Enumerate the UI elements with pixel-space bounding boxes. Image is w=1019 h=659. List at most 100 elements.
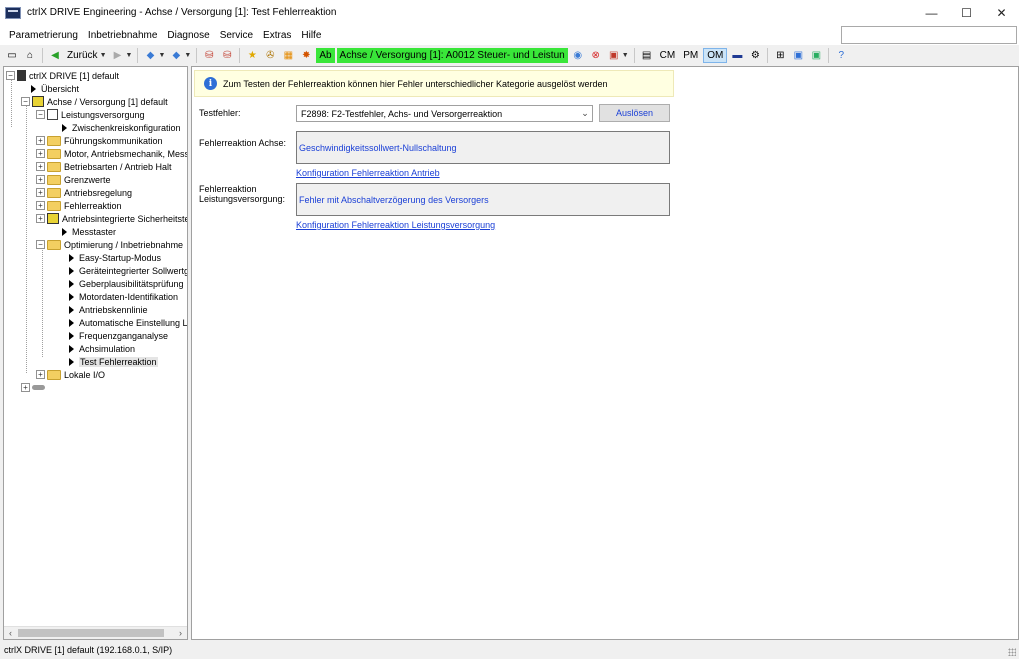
close-button[interactable]: ✕ xyxy=(984,0,1019,25)
menu-diagnose[interactable]: Diagnose xyxy=(162,30,214,41)
toolbar-separator xyxy=(137,48,139,63)
tree-item[interactable]: + Grenzwerte xyxy=(36,173,111,186)
scroll-thumb[interactable] xyxy=(18,629,164,637)
home-icon[interactable]: ⌂ xyxy=(23,49,37,63)
menu-parametrierung[interactable]: Parametrierung xyxy=(4,30,83,41)
calendar-icon[interactable]: ▦ xyxy=(281,49,295,63)
tree-item[interactable]: Automatische Einstellung La xyxy=(66,316,187,329)
nav-prev-icon[interactable]: ◆ xyxy=(143,49,157,63)
favorite-icon[interactable]: ★ xyxy=(245,49,259,63)
play-icon xyxy=(69,331,74,340)
tree-item[interactable]: Easy-Startup-Modus xyxy=(66,251,161,264)
mode-cm[interactable]: CM xyxy=(657,49,679,62)
tree-item[interactable]: Motordaten-Identifikation xyxy=(66,290,178,303)
tree-item[interactable]: Zwischenkreiskonfiguration xyxy=(59,121,181,134)
disconnect-icon[interactable]: ⛁ xyxy=(220,49,234,63)
tree-item[interactable]: + Lokale I/O xyxy=(36,368,105,381)
tools-icon[interactable]: ⚙ xyxy=(748,49,762,63)
save-device-icon[interactable]: ▣ xyxy=(791,49,805,63)
chevron-down-icon[interactable]: ⌄ xyxy=(578,108,592,119)
expand-icon[interactable]: + xyxy=(36,162,45,171)
tree-item[interactable]: Achsimulation xyxy=(66,342,135,355)
mode-pm[interactable]: PM xyxy=(680,49,701,62)
chevron-down-icon[interactable]: ▼ xyxy=(158,52,165,59)
info-banner: i Zum Testen der Fehlerreaktion können h… xyxy=(194,70,674,97)
expand-icon[interactable]: + xyxy=(36,370,45,379)
nav-next-icon[interactable]: ◆ xyxy=(169,49,183,63)
window-controls: — ☐ ✕ xyxy=(914,0,1019,25)
tree-item[interactable]: + Antriebsregelung xyxy=(36,186,132,199)
error-icon[interactable]: ⊗ xyxy=(589,49,603,63)
collapse-icon[interactable]: − xyxy=(36,110,45,119)
expand-icon[interactable]: + xyxy=(36,188,45,197)
tree-item[interactable]: − Achse / Versorgung [1] default xyxy=(21,95,168,108)
chevron-down-icon[interactable]: ▼ xyxy=(184,52,191,59)
search-combo[interactable] xyxy=(841,26,1017,44)
load-device-icon[interactable]: ▣ xyxy=(809,49,823,63)
settings-gear-icon[interactable]: ✸ xyxy=(299,49,313,63)
achse-config-link[interactable]: Konfiguration Fehlerreaktion Antrieb xyxy=(296,168,440,178)
versorgung-config-link[interactable]: Konfiguration Fehlerreaktion Leistungsve… xyxy=(296,220,495,230)
maximize-button[interactable]: ☐ xyxy=(949,0,984,25)
folder-icon xyxy=(47,161,61,172)
expand-icon[interactable]: + xyxy=(36,175,45,184)
tree-item[interactable]: Messtaster xyxy=(59,225,116,238)
chevron-down-icon[interactable]: ▼ xyxy=(100,52,107,59)
tree-item[interactable]: Antriebskennlinie xyxy=(66,303,148,316)
expand-icon[interactable]: + xyxy=(21,383,30,392)
expand-icon[interactable]: + xyxy=(36,136,45,145)
tree-item[interactable]: − Leistungsversorgung xyxy=(36,108,145,121)
ausloesen-button[interactable]: Auslösen xyxy=(599,104,670,122)
oscilloscope-icon[interactable]: ▤ xyxy=(640,49,654,63)
collapse-icon[interactable]: − xyxy=(36,240,45,249)
tree-item[interactable]: + xyxy=(21,381,48,394)
mode-om[interactable]: OM xyxy=(703,48,728,63)
menu-service[interactable]: Service xyxy=(215,30,258,41)
tree-item[interactable]: Übersicht xyxy=(28,82,79,95)
scroll-right-icon[interactable]: › xyxy=(174,627,187,639)
help-icon[interactable]: ? xyxy=(834,49,848,63)
chevron-down-icon[interactable]: ▼ xyxy=(126,52,133,59)
tree-item[interactable]: + Motor, Antriebsmechanik, Messs xyxy=(36,147,187,160)
connect-icon[interactable]: ⛁ xyxy=(202,49,216,63)
back-button[interactable]: Zurück xyxy=(67,50,98,61)
window-title: ctrlX DRIVE Engineering - Achse / Versor… xyxy=(27,7,337,18)
safety-icon xyxy=(47,213,59,224)
tree-item[interactable]: Frequenzganganalyse xyxy=(66,329,168,342)
play-icon xyxy=(62,227,67,236)
testfehler-select[interactable]: F2898: F2-Testfehler, Achs- und Versorge… xyxy=(296,105,593,122)
tree-item[interactable]: + Antriebsintegrierte Sicherheitste xyxy=(36,212,187,225)
scroll-left-icon[interactable]: ‹ xyxy=(4,627,17,639)
expand-icon[interactable]: + xyxy=(36,214,45,223)
expand-icon[interactable]: + xyxy=(36,149,45,158)
tree-item[interactable]: + Fehlerreaktion xyxy=(36,199,122,212)
menu-hilfe[interactable]: Hilfe xyxy=(296,30,326,41)
collapse-icon[interactable]: − xyxy=(6,71,15,80)
folder-icon xyxy=(47,187,61,198)
refresh-icon[interactable]: ◉ xyxy=(571,49,585,63)
project-tree[interactable]: − ctrlX DRIVE [1] default Übersicht − Achs… xyxy=(3,66,188,640)
tree-item[interactable]: − Optimierung / Inbetriebnahme xyxy=(36,238,183,251)
menu-inbetriebnahme[interactable]: Inbetriebnahme xyxy=(83,30,163,41)
keyboard-icon[interactable]: ▬ xyxy=(730,49,744,63)
tree-item[interactable]: Geberplausibilitätsprüfung xyxy=(66,277,184,290)
tree-item[interactable]: + Betriebsarten / Antrieb Halt xyxy=(36,160,172,173)
tree-item[interactable]: + Führungskommunikation xyxy=(36,134,163,147)
device-icon[interactable]: ▣ xyxy=(607,49,621,63)
expand-icon[interactable]: + xyxy=(36,201,45,210)
collapse-icon[interactable]: − xyxy=(21,97,30,106)
forward-arrow-icon[interactable]: ▶ xyxy=(111,49,125,63)
back-arrow-icon[interactable]: ◀ xyxy=(48,49,62,63)
network-icon[interactable]: ⊞ xyxy=(773,49,787,63)
resize-grip-icon[interactable] xyxy=(1008,648,1016,656)
tree-item[interactable]: − ctrlX DRIVE [1] default xyxy=(6,69,119,82)
tree-horizontal-scrollbar[interactable]: ‹ › xyxy=(4,626,187,639)
chevron-down-icon[interactable]: ▼ xyxy=(622,52,629,59)
window-icon[interactable]: ▭ xyxy=(5,49,19,63)
menu-extras[interactable]: Extras xyxy=(258,30,296,41)
minimize-button[interactable]: — xyxy=(914,0,949,25)
device-selector[interactable]: Achse / Versorgung [1]: A0012 Steuer- un… xyxy=(336,48,568,63)
tree-item[interactable]: Geräteintegrierter Sollwertge xyxy=(66,264,187,277)
tree-item-selected[interactable]: Test Fehlerreaktion xyxy=(66,355,158,368)
search-binoculars-icon[interactable]: ✇ xyxy=(263,49,277,63)
